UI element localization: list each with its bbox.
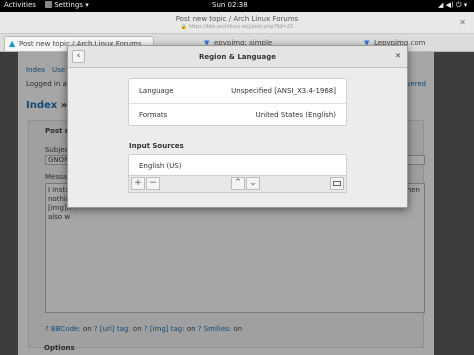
input-source-item[interactable]: English (US): [129, 155, 346, 177]
settings-app-menu[interactable]: Settings ▾: [45, 1, 89, 9]
arch-logo-icon: ▲: [9, 39, 16, 48]
network-icon: ◢: [438, 1, 444, 9]
formats-row[interactable]: Formats United States (English): [129, 104, 346, 126]
settings-app-icon: [45, 1, 52, 8]
chevron-down-icon: ▾: [463, 1, 468, 9]
formats-label: Formats: [139, 111, 168, 119]
move-down-button[interactable]: ⌄: [246, 177, 260, 190]
input-sources-heading: Input Sources: [129, 142, 184, 150]
formats-value: United States (English): [255, 111, 336, 119]
language-label: Language: [139, 87, 174, 95]
language-row[interactable]: Language Unspecified [ANSI_X3.4-1968]: [129, 80, 346, 102]
input-sources-list: English (US): [128, 154, 347, 176]
keyboard-layout-button[interactable]: [330, 177, 344, 190]
browser-titlebar: Post new topic / Arch Linux Forums 🔒 htt…: [0, 12, 474, 34]
close-icon: ✕: [395, 52, 401, 60]
keyboard-icon: [333, 181, 341, 186]
minus-icon: −: [149, 178, 157, 188]
clock[interactable]: Sun 02:38: [212, 1, 248, 9]
region-language-dialog: ‹ Region & Language ✕ Language Unspecifi…: [67, 45, 408, 208]
move-up-button[interactable]: ⌃: [231, 177, 245, 190]
language-value: Unspecified [ANSI_X3.4-1968]: [231, 87, 336, 95]
plus-icon: +: [134, 178, 142, 188]
close-window-icon[interactable]: ✕: [459, 18, 466, 27]
dialog-title: Region & Language: [199, 53, 276, 61]
add-input-source-button[interactable]: +: [131, 177, 145, 190]
input-source-label: English (US): [139, 162, 182, 170]
volume-icon: ◀): [445, 1, 454, 9]
chevron-down-icon: ⌄: [249, 178, 257, 188]
system-tray[interactable]: ◢ ◀) ⏻ ▾: [438, 1, 467, 10]
chevron-up-icon: ⌃: [234, 178, 242, 188]
power-icon: ⏻: [455, 1, 462, 9]
input-sources-toolbar: + − ⌃ ⌄: [128, 176, 347, 193]
lock-icon: 🔒: [180, 24, 188, 30]
dialog-header: ‹ Region & Language ✕: [68, 46, 407, 68]
window-title: Post new topic / Arch Linux Forums: [175, 15, 299, 23]
gnome-top-bar: Activities Settings ▾ Sun 02:38 ◢ ◀) ⏻ ▾: [0, 0, 474, 12]
activities-button[interactable]: Activities: [4, 1, 36, 9]
remove-input-source-button[interactable]: −: [146, 177, 160, 190]
language-formats-panel: Language Unspecified [ANSI_X3.4-1968] Fo…: [128, 78, 347, 126]
url-bar[interactable]: 🔒 https://bbs.archlinux.org/post.php?fid…: [0, 23, 474, 30]
close-dialog-button[interactable]: ✕: [395, 52, 401, 60]
